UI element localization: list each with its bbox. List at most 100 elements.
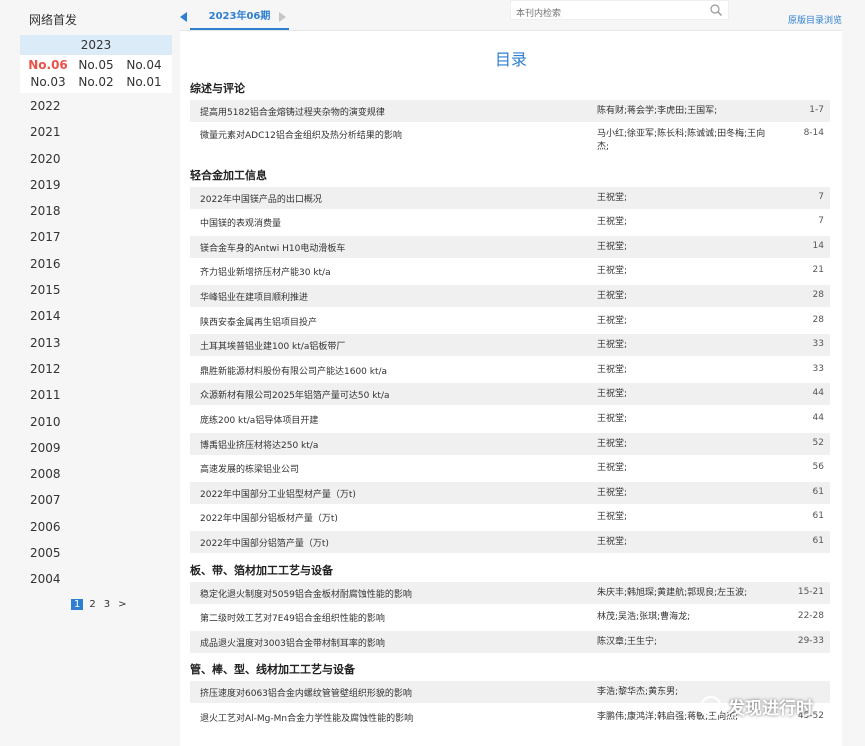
year-link-2020[interactable]: 2020: [30, 149, 61, 175]
article-pages: 28: [812, 314, 824, 325]
next-page-button[interactable]: >: [116, 599, 128, 610]
toc-title: 目录: [494, 50, 527, 69]
left-sidebar: 网络首发 2023 No.06 No.05 No.04 No.03 No.02 …: [0, 0, 180, 746]
article-title-link[interactable]: 陕西安泰金属再生铝项目投产: [200, 315, 317, 328]
article-title-link[interactable]: 2022年中国镁产品的出口概况: [200, 192, 322, 205]
article-authors: 王祝堂;: [597, 364, 628, 375]
article-title-link[interactable]: 博禹铝业挤压材将达250 kt/a: [200, 438, 318, 451]
article-authors: 林茂;吴浩;张琪;曹海龙;: [597, 612, 691, 623]
issue-link-05[interactable]: No.05: [72, 57, 120, 73]
issue-link-02[interactable]: No.02: [72, 74, 120, 90]
article-authors: 王祝堂;: [597, 438, 628, 449]
search-box: [510, 0, 729, 23]
article-pages: 29-33: [797, 635, 824, 646]
article-title-link[interactable]: 成品退火温度对3003铝合金带材制耳率的影响: [200, 636, 385, 649]
article-title-link[interactable]: 中国镁的表观消费量: [200, 216, 281, 229]
year-link-2010[interactable]: 2010: [30, 412, 61, 438]
net-first-link[interactable]: 网络首发: [29, 11, 77, 28]
article-authors: 王祝堂;: [597, 414, 628, 424]
year-link-2021[interactable]: 2021: [30, 122, 61, 148]
issue-link-06[interactable]: No.06: [24, 57, 72, 73]
article-pages: 61: [812, 486, 824, 497]
year-link-2012[interactable]: 2012: [30, 359, 61, 385]
year-link-2017[interactable]: 2017: [30, 227, 61, 253]
article-authors: 王祝堂;: [597, 266, 628, 277]
prev-issue-arrow-icon[interactable]: [180, 12, 187, 22]
page-1-button[interactable]: 1: [71, 599, 84, 610]
article-row: 华峰铝业在建项目顺利推进 王祝堂; 28: [190, 285, 830, 307]
article-authors: 王祝堂;: [597, 340, 628, 351]
article-title-link[interactable]: 华峰铝业在建项目顺利推进: [200, 290, 308, 303]
article-row: 高速发展的栋梁铝业公司 王祝堂; 56: [190, 457, 830, 479]
article-title-link[interactable]: 众源新材有限公司2025年铝箔产量可达50 kt/a: [200, 388, 390, 401]
article-title-link[interactable]: 高速发展的栋梁铝业公司: [200, 462, 299, 475]
article-authors: 王祝堂;: [597, 512, 628, 523]
article-title-link[interactable]: 土耳其埃普铝业建100 kt/a铝板带厂: [200, 339, 345, 352]
year-link-2006[interactable]: 2006: [30, 517, 61, 543]
article-title-link[interactable]: 齐力铝业新增挤压材产能30 kt/a: [200, 265, 331, 278]
article-authors: 王祝堂;: [597, 291, 628, 301]
article-title-link[interactable]: 退火工艺对Al-Mg-Mn合金力学性能及腐蚀性能的影响: [200, 711, 413, 724]
article-pages: 15-21: [797, 586, 824, 597]
year-link-2013[interactable]: 2013: [30, 333, 61, 359]
article-title-link[interactable]: 稳定化退火制度对5059铝合金板材耐腐蚀性能的影响: [200, 587, 412, 600]
search-input[interactable]: [511, 5, 701, 23]
article-title-link[interactable]: 镁合金车身的Antwi H10电动滑板车: [200, 241, 345, 254]
year-link-2004[interactable]: 2004: [30, 569, 61, 595]
issue-link-03[interactable]: No.03: [24, 74, 72, 90]
article-title-link[interactable]: 2022年中国部分工业铝型材产量（万t): [200, 487, 356, 500]
article-pages: 61: [812, 536, 824, 546]
year-pagination: 1 2 3 >: [71, 599, 129, 610]
current-year-heading[interactable]: 2023: [20, 35, 172, 55]
toc-panel: 目录 综述与评论 提高用5182铝合金熔铸过程夹杂物的演变规律 陈有财;蒋会学;李虎…: [180, 30, 842, 746]
article-row: 博禹铝业挤压材将达250 kt/a 王祝堂; 52: [190, 432, 830, 455]
next-issue-arrow-icon[interactable]: [279, 12, 286, 22]
article-title-link[interactable]: 提高用5182铝合金熔铸过程夹杂物的演变规律: [200, 105, 385, 118]
article-row: 镁合金车身的Antwi H10电动滑板车 王祝堂; 14: [190, 235, 830, 258]
year-link-2007[interactable]: 2007: [30, 490, 61, 516]
page-3-button[interactable]: 3: [102, 599, 112, 610]
issue-link-01[interactable]: No.01: [120, 74, 168, 90]
article-authors: 王祝堂;: [597, 315, 628, 326]
year-link-2011[interactable]: 2011: [30, 385, 61, 411]
current-year-panel: 2023 No.06 No.05 No.04 No.03 No.02 No.01: [20, 35, 172, 93]
article-authors: 马小红;徐亚军;陈长科;陈诚诚;田冬梅;王向杰;: [597, 128, 766, 152]
issue-grid: No.06 No.05 No.04 No.03 No.02 No.01: [20, 55, 172, 90]
page-2-button[interactable]: 2: [87, 599, 97, 610]
year-link-2016[interactable]: 2016: [30, 254, 61, 280]
article-title-link[interactable]: 挤压速度对6063铝合金内螺纹管管壁组织形貌的影响: [200, 686, 412, 699]
year-list: 2022 2021 2020 2019 2018 2017 2016 2015 2014 2013…: [30, 96, 61, 596]
year-link-2005[interactable]: 2005: [30, 543, 61, 569]
article-authors: 王祝堂;: [597, 217, 628, 228]
article-title-link[interactable]: 第二级时效工艺对7E49铝合金组织性能的影响: [200, 611, 385, 624]
section-heading: 轻合金加工信息: [190, 168, 267, 182]
article-title-link[interactable]: 鼎胜新能源材料股份有限公司产能达1600 kt/a: [200, 364, 387, 377]
article-authors: 王祝堂;: [597, 192, 628, 203]
top-bar: 2023年06期 原版目录浏览: [180, 0, 865, 30]
year-link-2022[interactable]: 2022: [30, 96, 61, 122]
year-link-2008[interactable]: 2008: [30, 464, 61, 490]
year-link-2009[interactable]: 2009: [30, 438, 61, 464]
article-pages: 44: [812, 413, 824, 423]
year-link-2015[interactable]: 2015: [30, 280, 61, 306]
original-toc-link[interactable]: 原版目录浏览: [788, 13, 842, 26]
article-title-link[interactable]: 2022年中国部分铝板材产量（万t): [200, 511, 338, 524]
article-row: 稳定化退火制度对5059铝合金板材耐腐蚀性能的影响 朱庆丰;韩旭琛;黄建航;郭现良…: [190, 581, 830, 604]
issue-tab[interactable]: 2023年06期: [190, 8, 289, 30]
year-link-2019[interactable]: 2019: [30, 175, 61, 201]
article-title-link[interactable]: 2022年中国部分铝箔产量（万t): [200, 536, 329, 549]
section-heading: 板、带、箔材加工工艺与设备: [190, 563, 333, 577]
search-icon[interactable]: [710, 4, 722, 16]
year-link-2014[interactable]: 2014: [30, 306, 61, 332]
article-row: 中国镁的表观消费量 王祝堂; 7: [190, 211, 830, 233]
article-row: 众源新材有限公司2025年铝箔产量可达50 kt/a 王祝堂; 44: [190, 383, 830, 406]
issue-link-04[interactable]: No.04: [120, 57, 168, 73]
year-link-2018[interactable]: 2018: [30, 201, 61, 227]
article-title-link[interactable]: 微量元素对ADC12铝合金组织及热分析结果的影响: [200, 128, 402, 141]
article-pages: 7: [818, 191, 824, 202]
article-row: 2022年中国部分铝箔产量（万t) 王祝堂; 61: [190, 531, 830, 553]
article-authors: 王祝堂;: [597, 463, 628, 474]
article-title-link[interactable]: 庞练200 kt/a铝导体项目开建: [200, 413, 318, 426]
article-authors: 王祝堂;: [597, 241, 628, 252]
article-pages: 1-7: [809, 105, 824, 115]
